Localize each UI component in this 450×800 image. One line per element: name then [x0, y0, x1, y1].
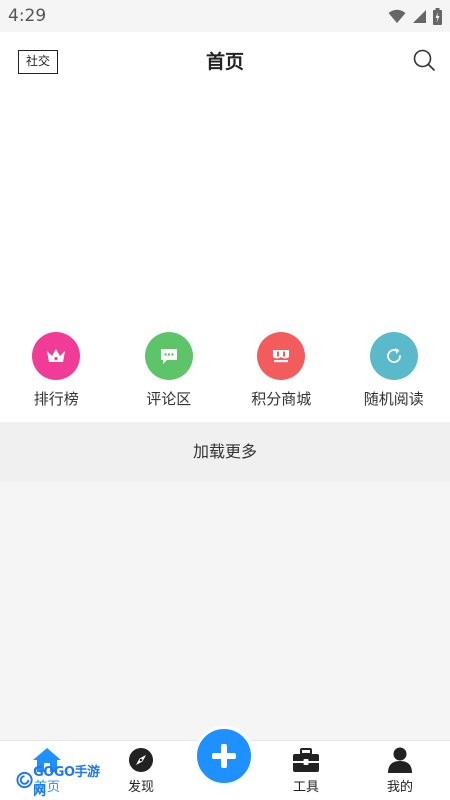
- tab-mine[interactable]: 我的: [370, 747, 430, 799]
- search-button[interactable]: [412, 48, 436, 72]
- ranking-circle: [32, 332, 81, 380]
- crown-icon: [47, 349, 66, 362]
- tab-mine-label: 我的: [386, 780, 413, 795]
- chat-bubble-icon: [160, 349, 177, 364]
- nav-label: 排行榜: [33, 390, 79, 408]
- load-more-button[interactable]: 加载更多: [0, 422, 450, 482]
- plus-icon: [212, 744, 236, 768]
- watermark-logo: GOGO手游网: [16, 765, 108, 799]
- tab-tools[interactable]: 工具: [276, 747, 336, 799]
- nav-item-comments[interactable]: 评论区: [113, 324, 226, 422]
- nav-item-points-mall[interactable]: 积分商城: [225, 324, 338, 422]
- tab-tools-label: 工具: [292, 780, 319, 795]
- search-icon: [413, 49, 435, 71]
- wifi-icon: [388, 9, 406, 23]
- app-header: 社交 首页: [0, 32, 450, 88]
- points-mall-circle: [257, 332, 306, 380]
- status-bar: 4:29: [0, 0, 450, 32]
- status-icons: [388, 8, 442, 25]
- banner-area: [0, 88, 450, 324]
- random-read-circle: [369, 332, 418, 380]
- tab-discover[interactable]: 发现: [111, 747, 171, 799]
- watermark-swirl-icon: [16, 771, 33, 789]
- nav-label: 积分商城: [251, 390, 312, 408]
- nav-label: 随机阅读: [363, 390, 424, 408]
- user-icon: [388, 747, 412, 773]
- store-icon: [273, 350, 290, 363]
- tab-discover-label: 发现: [127, 780, 154, 795]
- battery-icon: [433, 8, 442, 25]
- page-title: 首页: [205, 51, 244, 73]
- comments-circle: [144, 332, 193, 380]
- nav-item-ranking[interactable]: 排行榜: [0, 324, 113, 422]
- quick-nav: 排行榜 评论区 积分商城 随机阅读: [0, 324, 450, 422]
- refresh-icon: [386, 348, 401, 363]
- toolbox-icon: [293, 748, 319, 772]
- nav-label: 评论区: [146, 390, 192, 408]
- signal-icon: [413, 10, 426, 23]
- content-area: [0, 482, 450, 740]
- compass-icon: [129, 748, 153, 772]
- nav-item-random-read[interactable]: 随机阅读: [338, 324, 450, 422]
- status-time: 4:29: [8, 6, 47, 26]
- social-button[interactable]: 社交: [18, 50, 58, 74]
- publish-button[interactable]: [194, 726, 254, 786]
- watermark-text: GOGO手游网: [33, 765, 100, 799]
